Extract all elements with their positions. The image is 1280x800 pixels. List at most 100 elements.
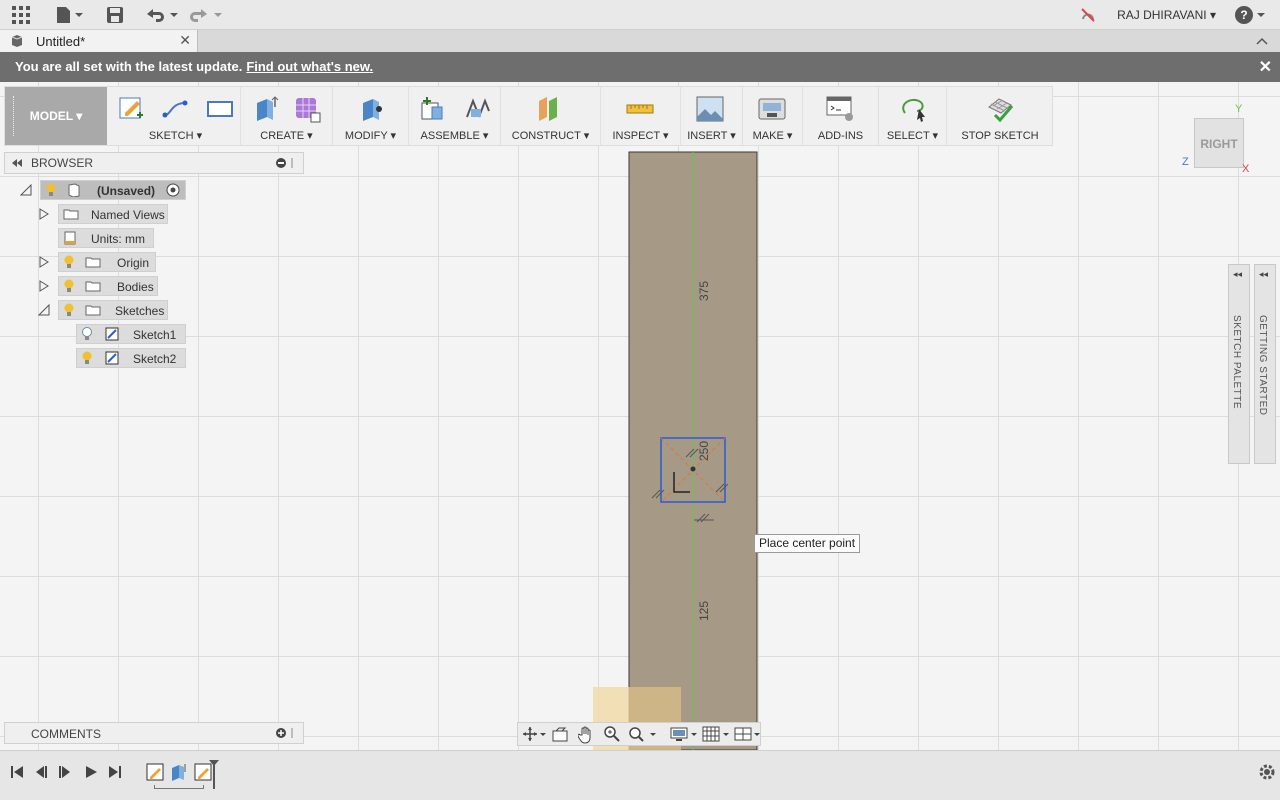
tree-units[interactable]: Units: mm [58, 228, 154, 248]
go-to-start-icon[interactable] [10, 765, 24, 782]
display-settings-icon[interactable] [670, 726, 700, 745]
close-tab-icon[interactable]: ✕ [179, 32, 191, 49]
center-point [690, 466, 696, 472]
document-icon [67, 183, 81, 200]
whats-new-link[interactable]: Find out what's new. [246, 59, 373, 74]
dimension-375[interactable]: 375 [697, 281, 711, 301]
getting-started-tab[interactable]: ◂◂ GETTING STARTED [1254, 264, 1276, 464]
inspect-label: INSPECT [612, 130, 660, 142]
axis-z-label: Z [1182, 156, 1189, 168]
lightbulb-off-icon[interactable] [81, 327, 93, 344]
gear-icon[interactable] [1258, 763, 1276, 784]
sketch-label: SKETCH [148, 130, 194, 142]
tree-bodies[interactable]: Bodies [58, 276, 158, 296]
add-comment-icon[interactable] [275, 727, 295, 742]
step-forward-icon[interactable] [58, 765, 72, 782]
activate-radio-icon[interactable] [166, 183, 180, 200]
tree-sketch2[interactable]: Sketch2 [76, 348, 186, 368]
expand-arrow-icon[interactable] [38, 280, 50, 292]
lightbulb-icon[interactable] [63, 255, 75, 272]
document-icon [10, 34, 24, 51]
dimension-250[interactable]: 250 [697, 441, 711, 461]
grid-settings-icon[interactable] [702, 726, 732, 745]
play-icon[interactable] [84, 765, 98, 782]
collapse-panel-icon[interactable] [11, 157, 23, 171]
look-at-icon[interactable] [552, 727, 568, 746]
main-toolbar: MODEL ▾ SKETCH ▾ CREATE ▾ MODIFY ▾ ASSEM… [4, 86, 1053, 146]
pan-hand-icon[interactable] [577, 726, 594, 747]
getting-started-label: GETTING STARTED [1257, 315, 1268, 416]
help-icon[interactable]: ? [1234, 5, 1266, 28]
viewports-icon[interactable] [734, 726, 762, 745]
expand-arrow-icon[interactable] [38, 256, 50, 268]
sketch1-label: Sketch1 [133, 328, 177, 342]
title-bar: RAJ DHIRAVANI ▾ ? [0, 0, 1280, 30]
stop-sketch-button[interactable]: STOP SKETCH [947, 87, 1053, 145]
lightbulb-icon[interactable] [63, 303, 75, 320]
expand-palette-icon[interactable]: ◂◂ [1259, 269, 1268, 280]
sketch-palette-label: SKETCH PALETTE [1231, 315, 1242, 410]
addins-group[interactable]: ADD-INS [803, 87, 879, 145]
assemble-label: ASSEMBLE [420, 130, 480, 142]
modify-group[interactable]: MODIFY ▾ [333, 87, 409, 145]
design-canvas[interactable]: 375 250 125 [0, 82, 1280, 750]
offline-icon[interactable] [1078, 4, 1098, 26]
viewport-graphics [593, 151, 758, 750]
make-group[interactable]: MAKE ▾ [743, 87, 803, 145]
document-tab[interactable]: Untitled* ✕ [0, 30, 198, 52]
user-menu[interactable]: RAJ DHIRAVANI ▾ [1117, 8, 1216, 22]
measure-icon [626, 104, 654, 114]
comments-title: COMMENTS [31, 727, 101, 741]
view-cube[interactable]: RIGHT [1194, 118, 1244, 168]
lightbulb-icon[interactable] [63, 279, 75, 296]
redo-icon[interactable] [188, 4, 224, 26]
timeline-marker-icon[interactable] [208, 759, 220, 792]
expand-arrow-icon[interactable] [38, 208, 50, 220]
tree-origin[interactable]: Origin [58, 252, 156, 272]
assemble-group[interactable]: ASSEMBLE ▾ [409, 87, 501, 145]
step-back-icon[interactable] [34, 765, 48, 782]
modify-label: MODIFY [344, 130, 388, 142]
sketch-group[interactable]: SKETCH ▾ [111, 87, 241, 145]
comments-panel[interactable]: COMMENTS [4, 722, 304, 744]
close-notification-icon[interactable]: ✕ [1259, 57, 1272, 77]
chevron-up-icon[interactable] [1256, 34, 1268, 48]
zoom-icon[interactable] [604, 726, 620, 745]
inspect-group[interactable]: INSPECT ▾ [601, 87, 681, 145]
orbit-icon[interactable] [522, 726, 546, 745]
select-group[interactable]: SELECT ▾ [879, 87, 947, 145]
tree-sketch1[interactable]: Sketch1 [76, 324, 186, 344]
tree-named-views[interactable]: Named Views [58, 204, 168, 224]
tree-sketches[interactable]: Sketches [58, 300, 168, 320]
create-group[interactable]: CREATE ▾ [241, 87, 333, 145]
navigation-bar [517, 722, 761, 746]
workspace-switcher[interactable]: MODEL ▾ [5, 87, 107, 145]
tree-root[interactable]: (Unsaved) [40, 180, 186, 200]
construct-group[interactable]: CONSTRUCT ▾ [501, 87, 601, 145]
collapse-arrow-icon[interactable] [37, 303, 50, 316]
undo-icon[interactable] [144, 4, 180, 26]
browser-panel-header[interactable]: BROWSER [4, 152, 304, 174]
lightbulb-icon[interactable] [81, 351, 93, 368]
minimize-icon[interactable] [275, 157, 295, 172]
file-menu-icon[interactable] [54, 4, 84, 26]
save-icon[interactable] [104, 4, 126, 26]
sketch-palette-tab[interactable]: ◂◂ SKETCH PALETTE [1228, 264, 1250, 464]
user-name: RAJ DHIRAVANI [1117, 8, 1207, 22]
collapse-arrow-icon[interactable] [19, 183, 32, 196]
scripts-addins-icon [826, 96, 853, 121]
timeline-sketch-icon[interactable] [146, 763, 164, 784]
units-label: Units: mm [91, 232, 145, 246]
insert-group[interactable]: INSERT ▾ [681, 87, 743, 145]
timeline-extrude-icon[interactable] [170, 763, 188, 784]
view-cube-face: RIGHT [1200, 137, 1238, 151]
go-to-end-icon[interactable] [108, 765, 122, 782]
lightbulb-icon[interactable] [45, 183, 57, 200]
zoom-window-icon[interactable] [628, 726, 658, 745]
expand-palette-icon[interactable]: ◂◂ [1233, 269, 1242, 280]
create-label: CREATE [260, 130, 305, 142]
addins-label: ADD-INS [817, 130, 864, 142]
apps-grid-icon[interactable] [10, 4, 32, 26]
timeline-group-bracket [154, 785, 204, 789]
dimension-125[interactable]: 125 [697, 601, 711, 621]
